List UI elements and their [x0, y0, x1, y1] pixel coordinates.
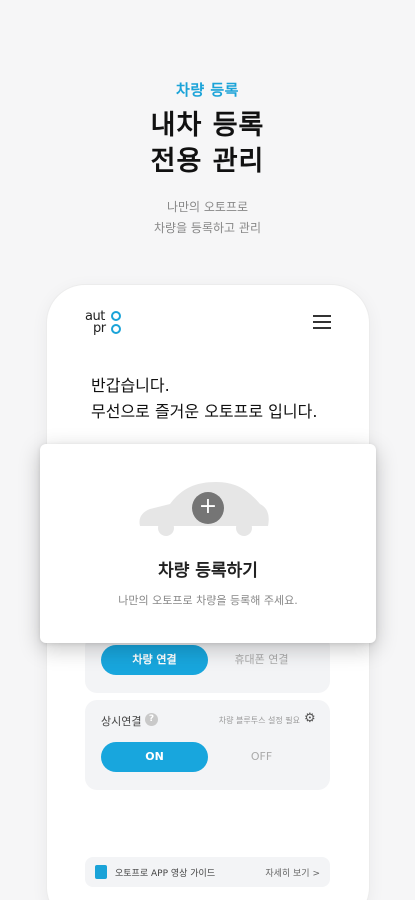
hero-subtitle: 나만의 오토프로 차량을 등록하고 관리 [0, 197, 415, 239]
hero-subtitle-line1: 나만의 오토프로 [166, 200, 249, 214]
always-off-button[interactable]: OFF [208, 742, 315, 772]
vehicle-connect-button[interactable]: 차량 연결 [101, 645, 208, 675]
video-guide-text: 오토프로 APP 영상 가이드 [115, 869, 216, 879]
always-connect-card: 상시연결 ? 차량 블루투스 설정 필요 ⚙ ON OFF [85, 700, 330, 790]
logo-text-bottom: pr [93, 321, 106, 336]
hero-title-line2: 전용 관리 [150, 146, 265, 177]
register-vehicle-card[interactable]: + 차량 등록하기 나만의 오토프로 차량을 등록해 주세요. [40, 444, 376, 643]
hero-title-line1: 내차 등록 [150, 110, 265, 141]
hero-title: 내차 등록 전용 관리 [0, 108, 415, 180]
gear-icon[interactable]: ⚙ [304, 712, 318, 726]
always-connect-label: 상시연결 [101, 715, 142, 728]
always-connect-toggle: ON OFF [101, 742, 315, 772]
register-title: 차량 등록하기 [158, 561, 258, 581]
logo-ring-bottom [111, 324, 121, 334]
greeting: 반갑습니다. 무선으로 즐거운 오토프로 입니다. [91, 373, 317, 425]
phone-connect-button[interactable]: 휴대폰 연결 [208, 645, 315, 675]
greeting-line1: 반갑습니다. [91, 376, 170, 395]
video-guide-icon [95, 865, 107, 879]
plus-icon[interactable]: + [192, 492, 224, 524]
connect-card: 차량 연결 휴대폰 연결 [85, 635, 330, 693]
see-more-link[interactable]: 자세히 보기 > [265, 866, 320, 879]
hero-tag: 차량 등록 [176, 81, 239, 99]
hero-subtitle-line2: 차량을 등록하고 관리 [154, 221, 261, 235]
bluetooth-setting-note: 차량 블루투스 설정 필요 [218, 716, 300, 725]
connect-toggle: 차량 연결 휴대폰 연결 [101, 645, 315, 675]
menu-icon[interactable] [313, 315, 333, 331]
greeting-line2: 무선으로 즐거운 오토프로 입니다. [91, 402, 318, 421]
video-guide-bar[interactable]: 오토프로 APP 영상 가이드 자세히 보기 > [85, 857, 330, 887]
always-on-button[interactable]: ON [101, 742, 208, 772]
autopro-logo: aut pr [85, 310, 123, 340]
register-subtitle: 나만의 오토프로 차량을 등록해 주세요. [118, 594, 298, 607]
help-icon[interactable]: ? [145, 713, 158, 726]
logo-ring-top [111, 311, 121, 321]
